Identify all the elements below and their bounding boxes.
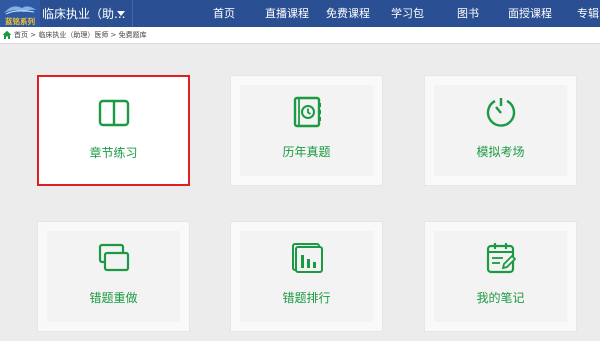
bar-ranking-icon [291, 243, 323, 273]
breadcrumb[interactable]: 首页 > 临床执业（助理）医师 > 免费题库 [14, 30, 147, 41]
breadcrumb-bar: 首页 > 临床执业（助理）医师 > 免费题库 [0, 27, 600, 44]
nav-item-home[interactable]: 首页 [213, 6, 235, 22]
category-selector[interactable]: 临床执业（助... [42, 5, 125, 23]
tile-redo-wrong[interactable]: 错题重做 [37, 221, 190, 332]
nav-divider [132, 0, 133, 27]
tile-label: 错题重做 [89, 291, 138, 305]
nav-item-offline-courses[interactable]: 面授课程 [508, 6, 552, 22]
nav-item-albums[interactable]: 专辑 [577, 6, 599, 22]
timer-icon [486, 98, 515, 127]
book-icon [98, 99, 129, 127]
tile-label: 章节练习 [89, 146, 138, 160]
tile-my-notes[interactable]: 我的笔记 [424, 221, 577, 332]
tile-chapter-practice[interactable]: 章节练习 [37, 75, 190, 186]
tile-wrong-ranking[interactable]: 错题排行 [230, 221, 383, 332]
stacked-cards-icon [98, 243, 129, 272]
tile-label: 错题排行 [282, 291, 331, 305]
tile-label: 模拟考场 [476, 145, 525, 159]
nav-item-live-courses[interactable]: 直播课程 [265, 6, 309, 22]
home-icon[interactable] [2, 30, 12, 40]
tile-mock-exam[interactable]: 模拟考场 [424, 75, 577, 186]
tile-label: 历年真题 [282, 145, 331, 159]
nav-item-free-courses[interactable]: 免费课程 [326, 6, 370, 22]
top-nav-bar: 蓝铭系列 临床执业（助... 首页 直播课程 免费课程 学习包 图书 面授课程 … [0, 0, 600, 27]
brand-logo[interactable]: 蓝铭系列 [0, 0, 40, 27]
tile-label: 我的笔记 [476, 291, 525, 305]
chevron-down-icon[interactable] [117, 11, 125, 16]
binder-clock-icon [293, 96, 321, 128]
notepad-pen-icon [486, 243, 516, 274]
nav-item-books[interactable]: 图书 [457, 6, 479, 22]
tile-past-exams[interactable]: 历年真题 [230, 75, 383, 186]
svg-text:蓝铭系列: 蓝铭系列 [5, 16, 35, 26]
nav-item-study-package[interactable]: 学习包 [391, 6, 424, 22]
